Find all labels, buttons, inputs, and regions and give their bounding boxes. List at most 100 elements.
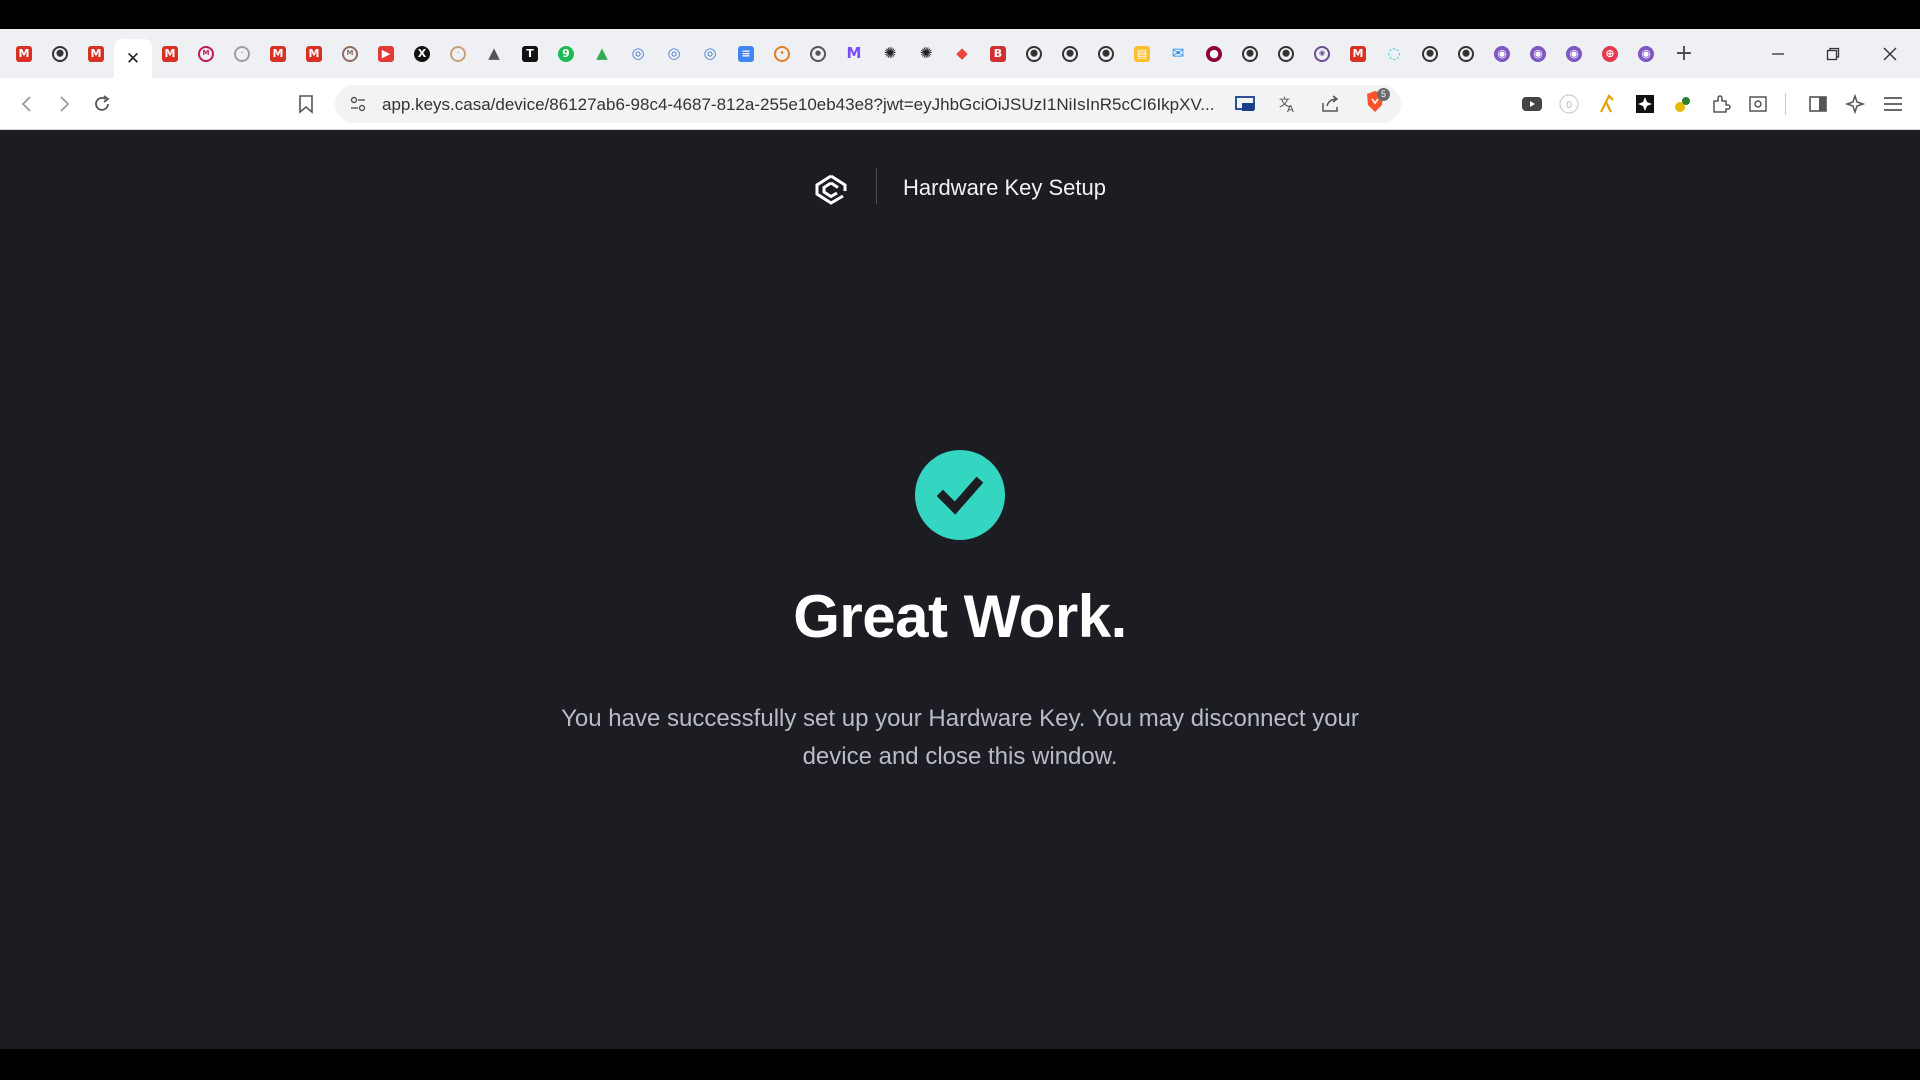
gmail-icon: M — [270, 45, 286, 62]
tab[interactable]: ✺ — [908, 35, 944, 73]
back-arrow-icon — [21, 96, 31, 112]
tab[interactable]: ◎ — [656, 35, 692, 73]
tab[interactable]: ⊕ — [1592, 35, 1628, 73]
tab[interactable]: ⬤ — [1016, 35, 1052, 73]
tab[interactable]: ◎ — [620, 35, 656, 73]
header-divider — [876, 168, 877, 204]
tab[interactable]: ▤ — [1124, 35, 1160, 73]
target-icon: ◉ — [1314, 45, 1330, 62]
back-button[interactable] — [10, 87, 44, 121]
tab[interactable]: M — [188, 35, 224, 73]
site-settings-icon[interactable] — [347, 93, 369, 115]
tab[interactable]: M — [332, 35, 368, 73]
tab[interactable]: ⬤ — [1412, 35, 1448, 73]
notes-icon: ▤ — [1134, 45, 1150, 62]
tab[interactable]: M — [836, 35, 872, 73]
close-window-button[interactable] — [1862, 29, 1918, 78]
close-icon[interactable]: ✕ — [126, 49, 140, 69]
minimize-button[interactable] — [1750, 29, 1806, 78]
runner-extension-icon[interactable] — [1594, 91, 1620, 117]
reload-button[interactable] — [85, 87, 119, 121]
video-extension-icon[interactable] — [1519, 91, 1545, 117]
chat-icon: 9 — [558, 45, 574, 62]
toolbar-separator — [1785, 93, 1786, 115]
tab[interactable]: M — [6, 35, 42, 73]
tab[interactable]: ◌ — [1376, 35, 1412, 73]
leo-ai-icon[interactable] — [1842, 91, 1868, 117]
tab[interactable]: ◉ — [1556, 35, 1592, 73]
tab[interactable]: ▲ — [584, 35, 620, 73]
tab-strip: M ⬤ M ✕ M M · M M M ▶ X · ▲ T 9 ▲ ◎ ◎ ◎ ≡ ✦ ● M ✺ ✺ ◆ B ⬤ ⬤ ⬤ ▤ ✉ ● ⬤ ⬤ ◉ M ◌ ⬤… — [0, 29, 1920, 78]
page-content: Hardware Key Setup Great Work. You have … — [0, 130, 1920, 1050]
restore-button[interactable] — [1805, 29, 1861, 78]
x-icon: X — [414, 45, 430, 62]
address-bar[interactable]: app.keys.casa/device/86127ab6-98c4-4687-… — [335, 85, 1401, 123]
tab[interactable]: ⬤ — [1268, 35, 1304, 73]
tab[interactable]: M — [260, 35, 296, 73]
sidebar-toggle-icon[interactable] — [1805, 91, 1831, 117]
loading-icon: · — [234, 45, 250, 62]
github-icon: ⬤ — [1062, 45, 1078, 62]
sparkle-extension-icon[interactable] — [1632, 91, 1658, 117]
tab[interactable]: T — [512, 35, 548, 73]
tab[interactable]: ◉ — [1304, 35, 1340, 73]
tab[interactable]: M — [78, 35, 114, 73]
tab[interactable]: ⬤ — [1088, 35, 1124, 73]
tab[interactable]: ✉ — [1160, 35, 1196, 73]
openai-icon: ✺ — [883, 44, 897, 62]
tab-active[interactable]: ✕ — [114, 39, 152, 78]
tab[interactable]: ≡ — [728, 35, 764, 73]
settings-icon: ● — [810, 45, 826, 62]
tab[interactable]: ⬤ — [42, 35, 78, 73]
github-icon: ⬤ — [1458, 45, 1474, 62]
leaf-extension-icon[interactable] — [1670, 91, 1696, 117]
success-badge — [915, 450, 1005, 540]
tab[interactable]: ◆ — [944, 35, 980, 73]
bookmark-button[interactable] — [289, 87, 323, 121]
tab[interactable]: B — [980, 35, 1016, 73]
screen-bottom-bar — [0, 1049, 1920, 1080]
vercel-icon: ▲ — [488, 44, 500, 62]
tab[interactable]: M — [1340, 35, 1376, 73]
tab[interactable]: X — [404, 35, 440, 73]
url-text[interactable]: app.keys.casa/device/86127ab6-98c4-4687-… — [382, 95, 1232, 115]
translate-icon[interactable]: 文A — [1277, 93, 1299, 115]
tab[interactable]: ⬤ — [1052, 35, 1088, 73]
orb-icon: ◉ — [1566, 45, 1582, 62]
timer-extension-icon[interactable]: 0 — [1556, 91, 1582, 117]
share-icon[interactable] — [1319, 93, 1341, 115]
gmail-icon: M — [1350, 45, 1366, 62]
tab[interactable]: ◉ — [1484, 35, 1520, 73]
openai-icon: ✺ — [919, 44, 933, 62]
tab[interactable]: ◎ — [692, 35, 728, 73]
tab[interactable]: ⬤ — [1232, 35, 1268, 73]
extensions-icon[interactable] — [1708, 91, 1734, 117]
tab[interactable]: ● — [800, 35, 836, 73]
tab[interactable]: 9 — [548, 35, 584, 73]
casa-logo-icon — [813, 171, 849, 207]
tab[interactable]: ▶ — [368, 35, 404, 73]
tab[interactable]: ✦ — [764, 35, 800, 73]
tab[interactable]: ● — [1196, 35, 1232, 73]
github-icon: ⬤ — [1278, 45, 1294, 62]
tab[interactable]: M — [152, 35, 188, 73]
svg-text:A: A — [1287, 104, 1294, 114]
new-tab-button[interactable]: + — [1664, 41, 1704, 66]
globe-icon: ◎ — [703, 44, 717, 62]
tab[interactable]: ⬤ — [1448, 35, 1484, 73]
cast-icon[interactable] — [1234, 93, 1256, 115]
tt-icon: T — [522, 45, 538, 62]
record-icon: ● — [1206, 45, 1222, 62]
tab[interactable]: · — [224, 35, 260, 73]
tab[interactable]: · — [440, 35, 476, 73]
wallet-icon[interactable] — [1745, 91, 1771, 117]
tab[interactable]: ◉ — [1520, 35, 1556, 73]
restore-icon — [1826, 47, 1840, 60]
forward-button[interactable] — [47, 87, 81, 121]
tab[interactable]: M — [296, 35, 332, 73]
tab[interactable]: ✺ — [872, 35, 908, 73]
menu-icon[interactable] — [1880, 91, 1906, 117]
browser-toolbar: app.keys.casa/device/86127ab6-98c4-4687-… — [0, 78, 1920, 130]
tab[interactable]: ◉ — [1628, 35, 1664, 73]
tab[interactable]: ▲ — [476, 35, 512, 73]
